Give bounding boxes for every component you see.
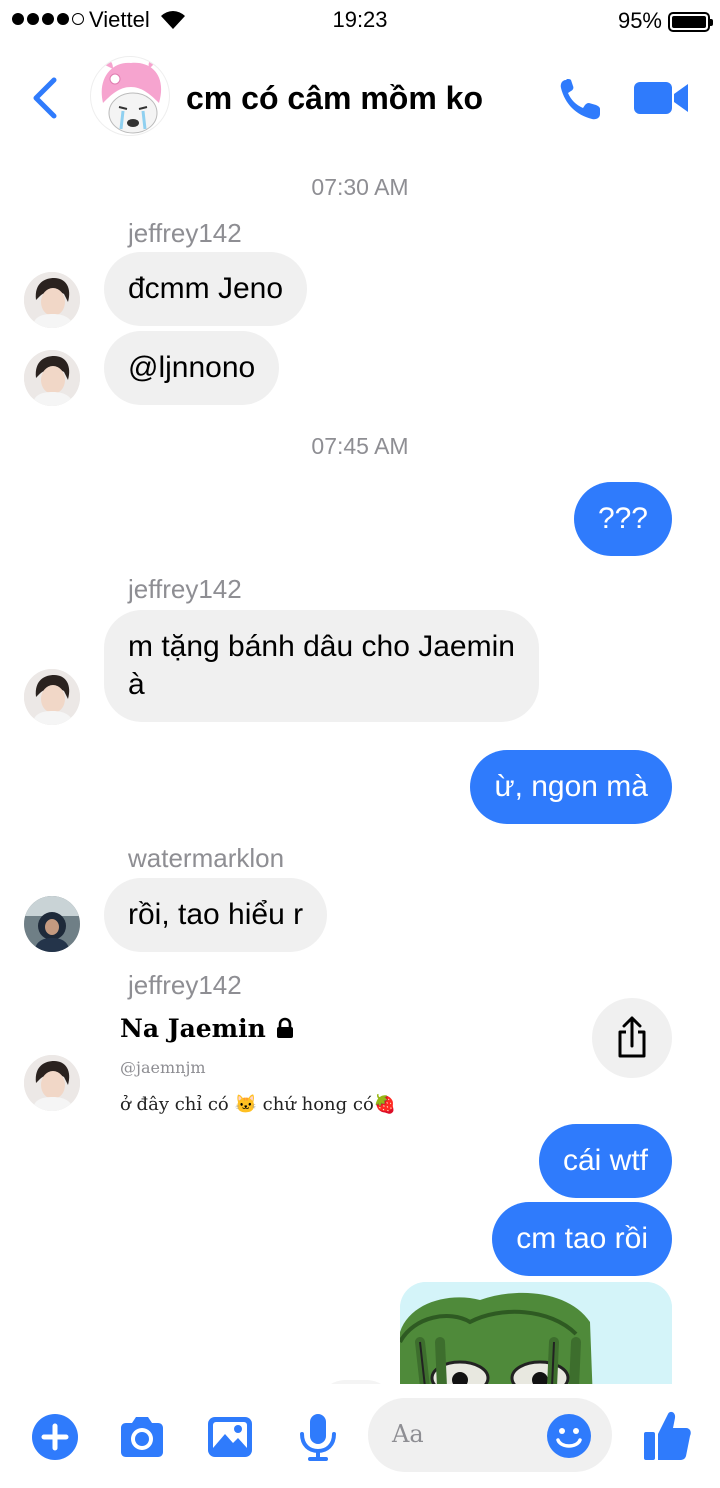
camera-icon[interactable] [117, 1412, 167, 1462]
thumbs-up-icon[interactable] [642, 1408, 692, 1464]
outgoing-message[interactable]: ừ, ngon mà [470, 750, 672, 824]
incoming-message[interactable]: rồi, tao hiểu r [104, 878, 328, 952]
avatar[interactable] [24, 350, 80, 406]
shared-post-handle: @jaemnjm [120, 1058, 206, 1077]
plus-icon[interactable] [30, 1412, 80, 1462]
chevron-left-icon[interactable] [28, 74, 64, 122]
avatar[interactable] [24, 669, 80, 725]
image-attachment[interactable] [400, 1282, 672, 1384]
sender-name: watermarklon [128, 843, 285, 873]
shared-post-name: Na Jaemin [120, 1014, 266, 1043]
battery-icon [668, 12, 713, 32]
person-photo [24, 272, 80, 328]
crying-cartoon-sticker [101, 57, 162, 134]
message-input-placeholder: Aa [392, 1420, 424, 1448]
outgoing-message[interactable]: cm tao rồi [492, 1202, 672, 1276]
status-time: 19:23 [332, 7, 388, 32]
person-photo [24, 896, 80, 952]
person-photo [24, 1055, 80, 1111]
frog-meme-image [400, 1282, 672, 1384]
sender-name: jeffrey142 [128, 218, 242, 248]
timestamp: 07:30 AM [311, 174, 409, 200]
avatar[interactable] [24, 896, 80, 952]
message-input[interactable]: Aa [368, 1398, 612, 1472]
composer-bar: Aa [0, 1384, 720, 1488]
phone-icon[interactable] [556, 74, 606, 124]
share-button[interactable] [592, 998, 672, 1078]
timestamp: 07:45 AM [311, 433, 409, 459]
outgoing-message[interactable]: ??? [573, 482, 672, 556]
share-icon [618, 1016, 646, 1058]
person-photo [24, 669, 80, 725]
conversation-header: cm có câm mồm ko [0, 50, 720, 146]
shared-post-author: Na Jaemin [120, 1014, 295, 1043]
avatar[interactable] [24, 272, 80, 328]
message-line: à [128, 668, 145, 701]
incoming-message[interactable]: @ljnnono [104, 331, 280, 405]
avatar[interactable] [24, 1055, 80, 1111]
lock-icon [276, 1017, 293, 1038]
message-list[interactable]: 07:30 AM jeffrey142 đcmm Jeno @ljnnono 0… [0, 146, 720, 1384]
sender-name: jeffrey142 [128, 574, 242, 604]
group-avatar[interactable] [90, 56, 170, 136]
image-icon[interactable] [205, 1412, 255, 1462]
microphone-icon[interactable] [293, 1412, 343, 1462]
smiley-icon[interactable] [546, 1413, 592, 1459]
conversation-title[interactable]: cm có câm mồm ko [186, 80, 483, 117]
shared-post-caption: ở đây chỉ có 🐱 chứ hong có🍓 [120, 1094, 397, 1115]
incoming-message[interactable]: m tặng bánh dâu cho Jaemin à [104, 610, 539, 722]
battery-percentage: 95% [617, 8, 662, 33]
sender-name: jeffrey142 [128, 970, 242, 1000]
person-photo [24, 350, 80, 406]
incoming-message[interactable]: đcmm Jeno [104, 252, 308, 326]
video-camera-icon[interactable] [632, 78, 690, 118]
outgoing-message[interactable]: cái wtf [538, 1124, 672, 1198]
status-bar: Viettel 19:23 95% [0, 0, 720, 40]
message-line: m tặng bánh dâu cho Jaemin [128, 630, 515, 663]
